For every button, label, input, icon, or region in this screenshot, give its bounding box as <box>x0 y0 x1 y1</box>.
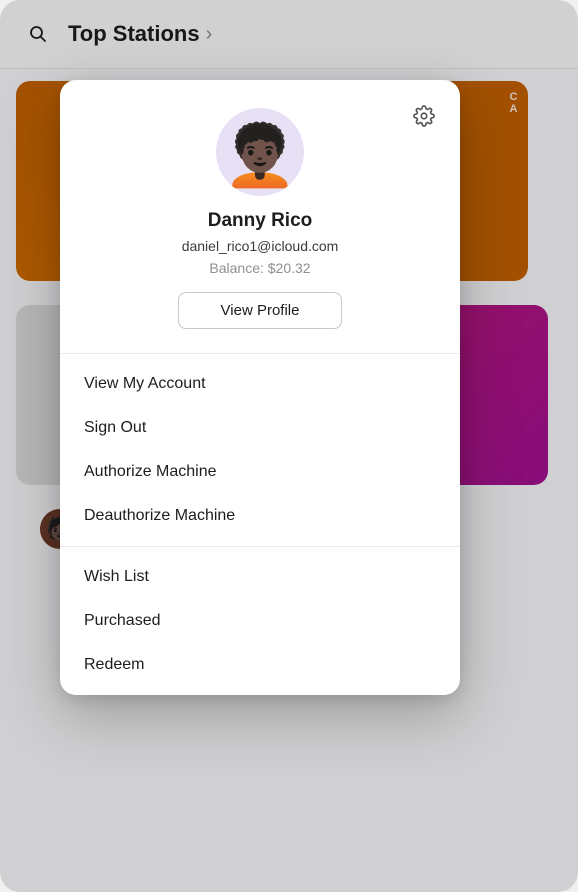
menu-section-2: Wish List Purchased Redeem <box>60 547 460 695</box>
menu-item-purchased[interactable]: Purchased <box>60 599 460 643</box>
user-email: daniel_rico1@icloud.com <box>182 238 339 254</box>
menu-section-1: View My Account Sign Out Authorize Machi… <box>60 354 460 547</box>
dropdown-card: 🧑🏿‍🦱 Danny Rico daniel_rico1@icloud.com … <box>60 80 460 695</box>
view-profile-button[interactable]: View Profile <box>178 292 343 329</box>
avatar-emoji: 🧑🏿‍🦱 <box>223 126 298 186</box>
profile-section: 🧑🏿‍🦱 Danny Rico daniel_rico1@icloud.com … <box>60 80 460 354</box>
avatar: 🧑🏿‍🦱 <box>216 108 304 196</box>
menu-item-deauthorize[interactable]: Deauthorize Machine <box>60 494 460 538</box>
settings-button[interactable] <box>406 98 442 134</box>
menu-item-wish-list[interactable]: Wish List <box>60 555 460 599</box>
menu-item-sign-out[interactable]: Sign Out <box>60 406 460 450</box>
user-balance: Balance: $20.32 <box>209 260 310 276</box>
user-name: Danny Rico <box>208 210 313 232</box>
menu-item-redeem[interactable]: Redeem <box>60 643 460 687</box>
menu-item-authorize[interactable]: Authorize Machine <box>60 450 460 494</box>
menu-item-view-account[interactable]: View My Account <box>60 362 460 406</box>
